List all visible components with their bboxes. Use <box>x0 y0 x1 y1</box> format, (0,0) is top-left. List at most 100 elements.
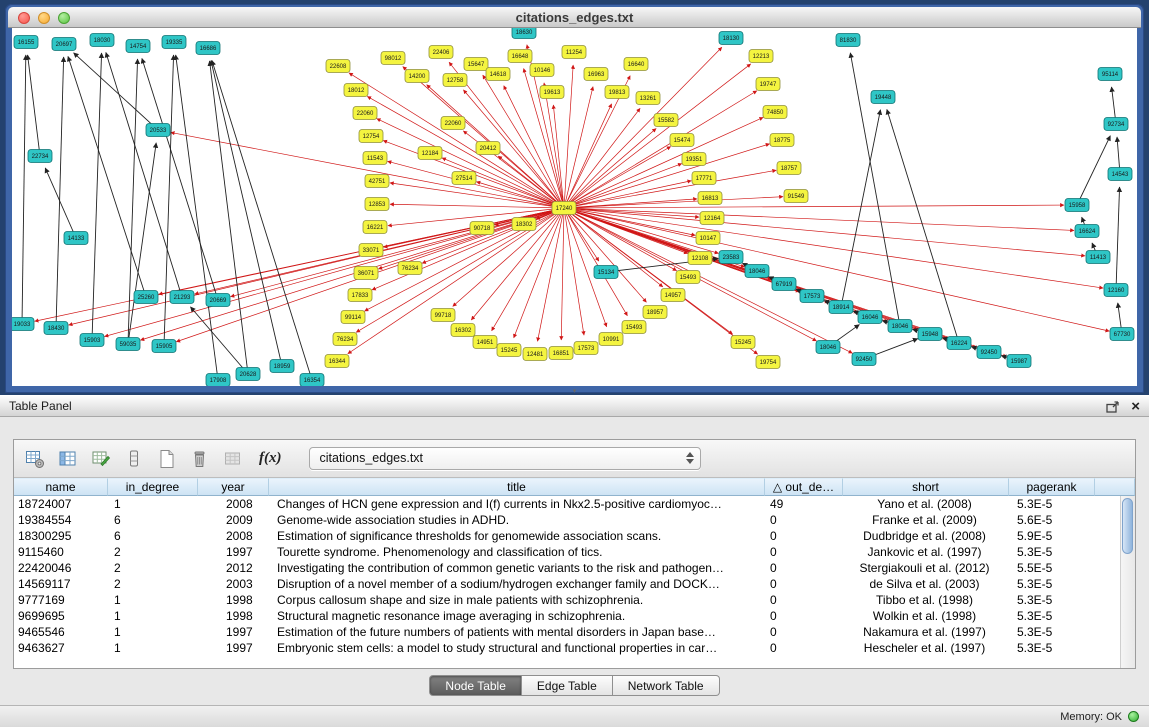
network-node[interactable]: 15987 <box>1007 355 1031 368</box>
network-node[interactable]: 16963 <box>584 68 608 81</box>
edit-table-icon[interactable] <box>88 446 114 472</box>
network-edge[interactable] <box>564 144 770 208</box>
table-row[interactable]: 946554611997Estimation of the future num… <box>14 624 1135 640</box>
table-cell[interactable]: 0 <box>765 544 843 560</box>
network-node[interactable]: 12160 <box>1104 284 1128 297</box>
scrollbar-thumb[interactable] <box>1122 498 1133 554</box>
network-node[interactable]: 92450 <box>977 346 1001 359</box>
table-cell[interactable]: 2009 <box>198 512 269 528</box>
table-cell[interactable]: 18300295 <box>14 528 108 544</box>
table-cell[interactable]: 6 <box>108 512 198 528</box>
network-node[interactable]: 18302 <box>512 218 536 231</box>
network-node[interactable]: 20669 <box>206 294 230 307</box>
new-table-icon[interactable] <box>154 446 180 472</box>
table-cell[interactable]: 1997 <box>198 640 269 656</box>
table-cell[interactable]: 6 <box>108 528 198 544</box>
network-edge[interactable] <box>105 208 564 336</box>
network-node[interactable]: 16648 <box>508 50 532 63</box>
table-cell[interactable]: 5.3E-5 <box>1009 544 1095 560</box>
function-builder-button[interactable]: f(x) <box>253 450 288 467</box>
table-row[interactable]: 946362711997Embryonic stem cells: a mode… <box>14 640 1135 656</box>
network-node[interactable]: 17908 <box>206 374 230 387</box>
table-cell[interactable]: 5.3E-5 <box>1009 496 1095 512</box>
table-cell[interactable]: 0 <box>765 592 843 608</box>
network-node[interactable]: 19033 <box>12 318 34 331</box>
network-node[interactable]: 95114 <box>1098 68 1122 81</box>
network-edge[interactable] <box>367 96 564 208</box>
network-node[interactable]: 42751 <box>365 175 389 188</box>
table-cell[interactable]: Yano et al. (2008) <box>843 496 1009 512</box>
network-edge[interactable] <box>28 55 40 156</box>
network-node[interactable]: 16851 <box>549 347 573 360</box>
network-node[interactable]: 19747 <box>756 78 780 91</box>
network-window-titlebar[interactable]: citations_edges.txt <box>8 7 1141 28</box>
row-selector-icon[interactable] <box>121 446 147 472</box>
table-cell[interactable]: Estimation of significance thresholds fo… <box>269 528 765 544</box>
network-edge[interactable] <box>128 143 156 344</box>
table-cell[interactable]: 22420046 <box>14 560 108 576</box>
network-edge[interactable] <box>544 83 564 208</box>
network-node[interactable]: 59035 <box>116 338 140 351</box>
network-node[interactable]: 16624 <box>1075 225 1099 238</box>
network-node[interactable]: 25260 <box>134 291 158 304</box>
table-row[interactable]: 1872400712008Changes of HCN gene express… <box>14 496 1135 512</box>
network-node[interactable]: 14200 <box>405 70 429 83</box>
table-cell[interactable]: 9699695 <box>14 608 108 624</box>
network-node[interactable]: 12481 <box>523 348 547 361</box>
table-cell[interactable]: 9777169 <box>14 592 108 608</box>
table-cell[interactable]: Jankovic et al. (1997) <box>843 544 1009 560</box>
table-cell[interactable]: Wolkin et al. (1998) <box>843 608 1009 624</box>
table-cell[interactable]: 1997 <box>198 544 269 560</box>
network-node[interactable]: 20412 <box>476 142 500 155</box>
table-cell[interactable]: Structural magnetic resonance image aver… <box>269 608 765 624</box>
network-edge[interactable] <box>68 56 146 297</box>
network-node[interactable]: 17573 <box>574 342 598 355</box>
network-node[interactable]: 10146 <box>530 64 554 77</box>
network-node[interactable]: 12853 <box>365 198 389 211</box>
network-edge[interactable] <box>564 128 656 208</box>
table-selector-dropdown[interactable]: citations_edges.txt <box>309 447 701 470</box>
network-node[interactable]: 12164 <box>700 212 724 225</box>
column-header-name[interactable]: name <box>14 478 108 496</box>
table-cell[interactable]: 0 <box>765 624 843 640</box>
column-header-year[interactable]: year <box>198 478 269 496</box>
network-node[interactable]: 16640 <box>624 58 648 71</box>
network-node[interactable]: 14754 <box>126 40 150 53</box>
network-node[interactable]: 18630 <box>512 28 536 39</box>
network-edge[interactable] <box>422 208 564 263</box>
network-node[interactable]: 10147 <box>696 232 720 245</box>
network-node[interactable]: 16221 <box>363 221 387 234</box>
network-node[interactable]: 12108 <box>688 252 712 265</box>
network-node[interactable]: 12758 <box>443 74 467 87</box>
network-edge[interactable] <box>142 58 218 300</box>
table-cell[interactable]: 5.6E-5 <box>1009 512 1095 528</box>
network-edge[interactable] <box>564 205 1064 208</box>
table-row[interactable]: 977716911998Corpus callosum shape and si… <box>14 592 1135 608</box>
table-cell[interactable]: 5.3E-5 <box>1009 640 1095 656</box>
network-edge[interactable] <box>1077 136 1110 205</box>
network-node[interactable]: 16046 <box>858 311 882 324</box>
table-row[interactable]: 2242004622012Investigating the contribut… <box>14 560 1135 576</box>
network-node[interactable]: 20628 <box>236 368 260 381</box>
network-node[interactable]: 12754 <box>359 130 383 143</box>
network-edge[interactable] <box>1116 187 1120 290</box>
network-node[interactable]: 15493 <box>622 321 646 334</box>
table-cell[interactable]: Nakamura et al. (1997) <box>843 624 1009 640</box>
table-cell[interactable]: Genome-wide association studies in ADHD. <box>269 512 765 528</box>
table-cell[interactable]: 0 <box>765 512 843 528</box>
network-node[interactable]: 18046 <box>745 265 769 278</box>
network-node[interactable]: 18959 <box>270 360 294 373</box>
minimize-window-button[interactable] <box>38 12 50 24</box>
table-cell[interactable]: Stergiakouli et al. (2012) <box>843 560 1009 576</box>
network-node[interactable]: 18046 <box>888 320 912 333</box>
network-edge[interactable] <box>106 52 182 297</box>
network-node[interactable]: 19613 <box>540 86 564 99</box>
table-cell[interactable]: Dudbridge et al. (2008) <box>843 528 1009 544</box>
network-node[interactable]: 11413 <box>1086 251 1110 264</box>
table-cell[interactable]: 14569117 <box>14 576 108 592</box>
network-node[interactable]: 15905 <box>152 340 176 353</box>
network-node[interactable]: 17573 <box>800 290 824 303</box>
network-node[interactable]: 92450 <box>852 353 876 366</box>
column-header-short[interactable]: short <box>843 478 1009 496</box>
table-cell[interactable]: 2 <box>108 544 198 560</box>
